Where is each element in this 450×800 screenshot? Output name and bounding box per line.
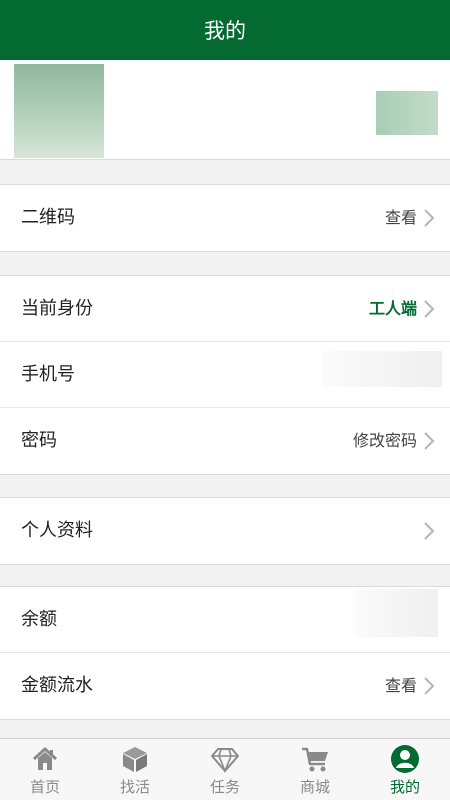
profile-info-label: 个人资料: [21, 520, 93, 541]
profile-card[interactable]: [0, 60, 450, 160]
qr-code-view-link[interactable]: 查看: [385, 185, 417, 251]
qr-section: 二维码 查看: [0, 184, 450, 252]
change-password-link[interactable]: 修改密码: [353, 408, 417, 474]
tab-tasks[interactable]: 任务: [180, 739, 270, 800]
money-flow-view-link[interactable]: 查看: [385, 653, 417, 719]
profile-info-section: 个人资料: [0, 497, 450, 565]
identity-value: 工人端: [368, 299, 417, 318]
chevron-right-icon: [424, 432, 435, 450]
balance-value-redacted: [354, 589, 438, 637]
phone-value-redacted: [322, 351, 442, 387]
tab-mall[interactable]: 商城: [270, 739, 360, 800]
box-icon: [123, 747, 147, 772]
tab-mine-label: 我的: [389, 778, 420, 796]
tab-mine[interactable]: 我的: [360, 739, 450, 800]
chevron-right-icon: [424, 300, 435, 318]
account-section: 当前身份 工人端 手机号 密码 修改密码: [0, 275, 450, 475]
phone-row: 手机号: [0, 342, 450, 408]
tab-home[interactable]: 首页: [0, 739, 90, 800]
tab-tasks-label: 任务: [209, 778, 240, 796]
chevron-right-icon: [424, 209, 435, 227]
chevron-right-icon: [424, 677, 435, 695]
balance-row: 余额: [0, 587, 450, 653]
avatar[interactable]: [14, 64, 104, 158]
cart-icon: [302, 747, 328, 772]
home-icon: [32, 747, 58, 770]
money-flow-row[interactable]: 金额流水 查看: [0, 653, 450, 719]
tab-find-work[interactable]: 找活: [90, 739, 180, 800]
phone-label: 手机号: [21, 364, 75, 385]
profile-image: [376, 91, 438, 135]
balance-label: 余额: [21, 609, 57, 630]
tab-mall-label: 商城: [299, 778, 330, 796]
qr-code-label: 二维码: [21, 207, 75, 228]
bottom-tab-bar: 首页 找活 任务 商城 我的: [0, 738, 450, 800]
identity-row[interactable]: 当前身份 工人端: [0, 276, 450, 342]
money-flow-label: 金额流水: [21, 675, 93, 696]
tab-home-label: 首页: [29, 778, 60, 796]
wallet-section: 余额 金额流水 查看: [0, 586, 450, 720]
qr-code-row[interactable]: 二维码 查看: [0, 185, 450, 251]
chevron-right-icon: [424, 522, 435, 540]
page-title: 我的: [204, 19, 246, 43]
user-icon: [391, 745, 419, 773]
password-label: 密码: [21, 430, 57, 451]
password-row[interactable]: 密码 修改密码: [0, 408, 450, 474]
tab-find-work-label: 找活: [119, 778, 150, 796]
diamond-icon: [211, 748, 239, 774]
app-header: 我的: [0, 0, 450, 60]
profile-info-row[interactable]: 个人资料: [0, 498, 450, 564]
identity-label: 当前身份: [21, 298, 93, 319]
